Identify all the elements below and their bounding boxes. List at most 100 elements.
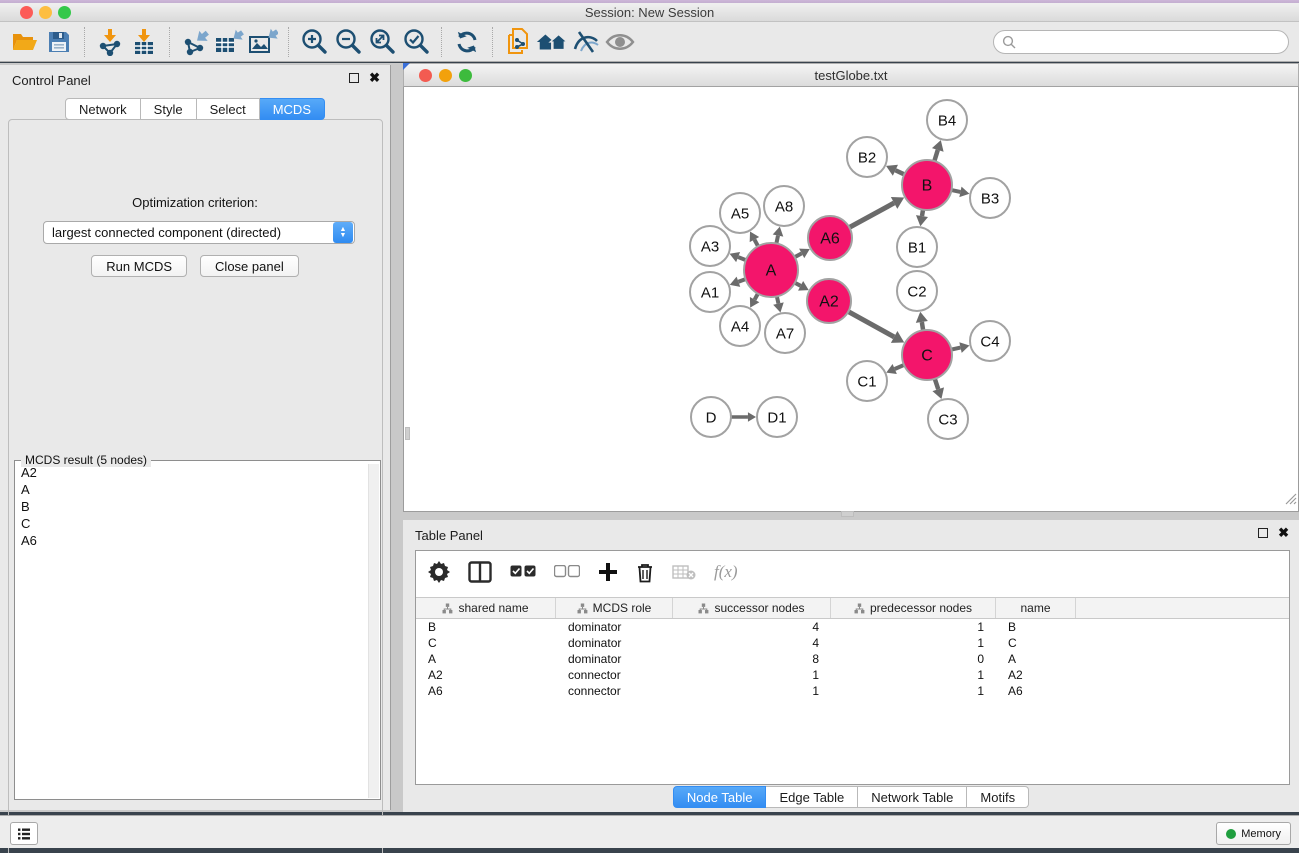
graph-edge[interactable]	[895, 365, 904, 369]
mcds-result-item[interactable]: B	[16, 498, 368, 515]
network-vscroll-thumb[interactable]	[405, 427, 410, 440]
network-title: testGlobe.txt	[404, 68, 1298, 83]
table-row[interactable]: Cdominator41C	[416, 635, 1289, 651]
tab-network-table[interactable]: Network Table	[858, 786, 967, 808]
control-panel-header: Control Panel ✖	[0, 65, 390, 95]
mcds-result-scrollbar[interactable]	[368, 464, 379, 798]
tab-mcds[interactable]: MCDS	[260, 98, 325, 120]
minimize-window-button[interactable]	[39, 6, 52, 19]
graph-edge[interactable]	[738, 279, 745, 282]
tab-edge-table[interactable]: Edge Table	[766, 786, 858, 808]
graph-edge[interactable]	[895, 170, 904, 174]
task-history-button[interactable]	[10, 822, 38, 845]
optimization-criterion-label: Optimization criterion:	[0, 195, 390, 210]
zoom-in-icon[interactable]	[297, 26, 331, 58]
home-icon[interactable]	[535, 26, 569, 58]
graph-edge[interactable]	[951, 190, 960, 192]
delete-row-icon[interactable]	[636, 562, 654, 583]
column-header-shared[interactable]: shared name	[416, 598, 556, 618]
table-row[interactable]: Bdominator41B	[416, 619, 1289, 635]
mcds-result-list[interactable]: A2ABCA6	[16, 464, 368, 798]
new-network-from-file-icon[interactable]	[501, 26, 535, 58]
control-panel-tabs: NetworkStyleSelectMCDS	[65, 98, 325, 120]
zoom-fit-icon[interactable]	[365, 26, 399, 58]
zoom-selected-icon[interactable]	[399, 26, 433, 58]
close-panel-icon[interactable]: ✖	[369, 73, 380, 83]
graph-edge[interactable]	[777, 296, 779, 303]
graph-edge[interactable]	[776, 236, 778, 244]
graph-edge[interactable]	[848, 312, 894, 337]
tab-select[interactable]: Select	[197, 98, 260, 120]
cell-pred: 0	[831, 652, 996, 666]
column-header-name[interactable]: name	[996, 598, 1076, 618]
graph-edge[interactable]	[951, 348, 960, 350]
close-panel-button[interactable]: Close panel	[200, 255, 299, 277]
export-table-icon[interactable]	[212, 26, 246, 58]
table-row[interactable]: Adominator80A	[416, 651, 1289, 667]
zoom-network-button[interactable]	[459, 69, 472, 82]
resize-grip-icon[interactable]	[1284, 492, 1297, 510]
tab-motifs[interactable]: Motifs	[967, 786, 1029, 808]
table-row[interactable]: A2connector11A2	[416, 667, 1289, 683]
tab-style[interactable]: Style	[141, 98, 197, 120]
network-canvas[interactable]: AA6A2BCA5A8A3A1A4A7B2B4B3B1C2C4C1C3DD1	[403, 87, 1299, 512]
memory-button[interactable]: Memory	[1216, 822, 1291, 845]
graph-node-label: C2	[907, 284, 926, 301]
zoom-window-button[interactable]	[58, 6, 71, 19]
column-header-pred[interactable]: predecessor nodes	[831, 598, 996, 618]
network-hscroll-thumb[interactable]	[841, 511, 854, 517]
graph-edge[interactable]	[738, 257, 746, 260]
close-network-button[interactable]	[419, 69, 432, 82]
run-mcds-button[interactable]: Run MCDS	[91, 255, 187, 277]
cell-shared: C	[416, 636, 556, 650]
mcds-result-item[interactable]: A2	[16, 464, 368, 481]
tab-node-table[interactable]: Node Table	[673, 786, 767, 808]
add-row-icon[interactable]	[598, 562, 618, 582]
table-header-row: shared name MCDS role successor nodesprede…	[416, 598, 1289, 619]
search-box[interactable]	[993, 30, 1289, 54]
minimize-network-button[interactable]	[439, 69, 452, 82]
table-settings-icon[interactable]	[428, 561, 450, 583]
show-columns-icon[interactable]	[468, 561, 492, 583]
cell-role: dominator	[556, 652, 673, 666]
cell-succ: 1	[673, 668, 831, 682]
show-graphics-details-icon[interactable]	[603, 26, 637, 58]
export-network-icon[interactable]	[178, 26, 212, 58]
column-header-role[interactable]: MCDS role	[556, 598, 673, 618]
graph-edge[interactable]	[849, 203, 894, 227]
clear-all-checkboxes-icon[interactable]	[554, 565, 580, 579]
import-network-icon[interactable]	[93, 26, 127, 58]
graph-edge[interactable]	[922, 322, 923, 330]
search-input[interactable]	[1016, 32, 1288, 52]
delete-table-icon	[672, 564, 696, 580]
tab-network[interactable]: Network	[65, 98, 141, 120]
refresh-icon[interactable]	[450, 26, 484, 58]
mcds-result-item[interactable]: C	[16, 515, 368, 532]
graph-edge[interactable]	[935, 379, 938, 389]
window-focus-marker	[403, 63, 410, 70]
column-label: MCDS role	[593, 601, 652, 615]
open-session-icon[interactable]	[8, 26, 42, 58]
mcds-result-item[interactable]: A	[16, 481, 368, 498]
float-table-panel-icon[interactable]	[1258, 528, 1268, 538]
export-image-icon[interactable]	[246, 26, 280, 58]
float-panel-icon[interactable]	[349, 73, 359, 83]
cell-shared: A	[416, 652, 556, 666]
hide-graphics-details-icon[interactable]	[569, 26, 603, 58]
close-table-panel-icon[interactable]: ✖	[1278, 528, 1289, 538]
graph-edge[interactable]	[755, 294, 758, 300]
table-row[interactable]: A6connector11A6	[416, 683, 1289, 699]
graph-edge[interactable]	[795, 253, 802, 257]
save-session-icon[interactable]	[42, 26, 76, 58]
main-toolbar	[0, 22, 1299, 62]
column-header-succ[interactable]: successor nodes	[673, 598, 831, 618]
zoom-out-icon[interactable]	[331, 26, 365, 58]
toolbar-separator	[169, 27, 170, 57]
criterion-dropdown[interactable]: largest connected component (directed) ▲…	[43, 221, 355, 244]
close-window-button[interactable]	[20, 6, 33, 19]
select-all-checkboxes-icon[interactable]	[510, 565, 536, 579]
graph-edge[interactable]	[934, 150, 937, 161]
graph-edge[interactable]	[754, 240, 758, 247]
import-table-icon[interactable]	[127, 26, 161, 58]
mcds-result-item[interactable]: A6	[16, 532, 368, 549]
